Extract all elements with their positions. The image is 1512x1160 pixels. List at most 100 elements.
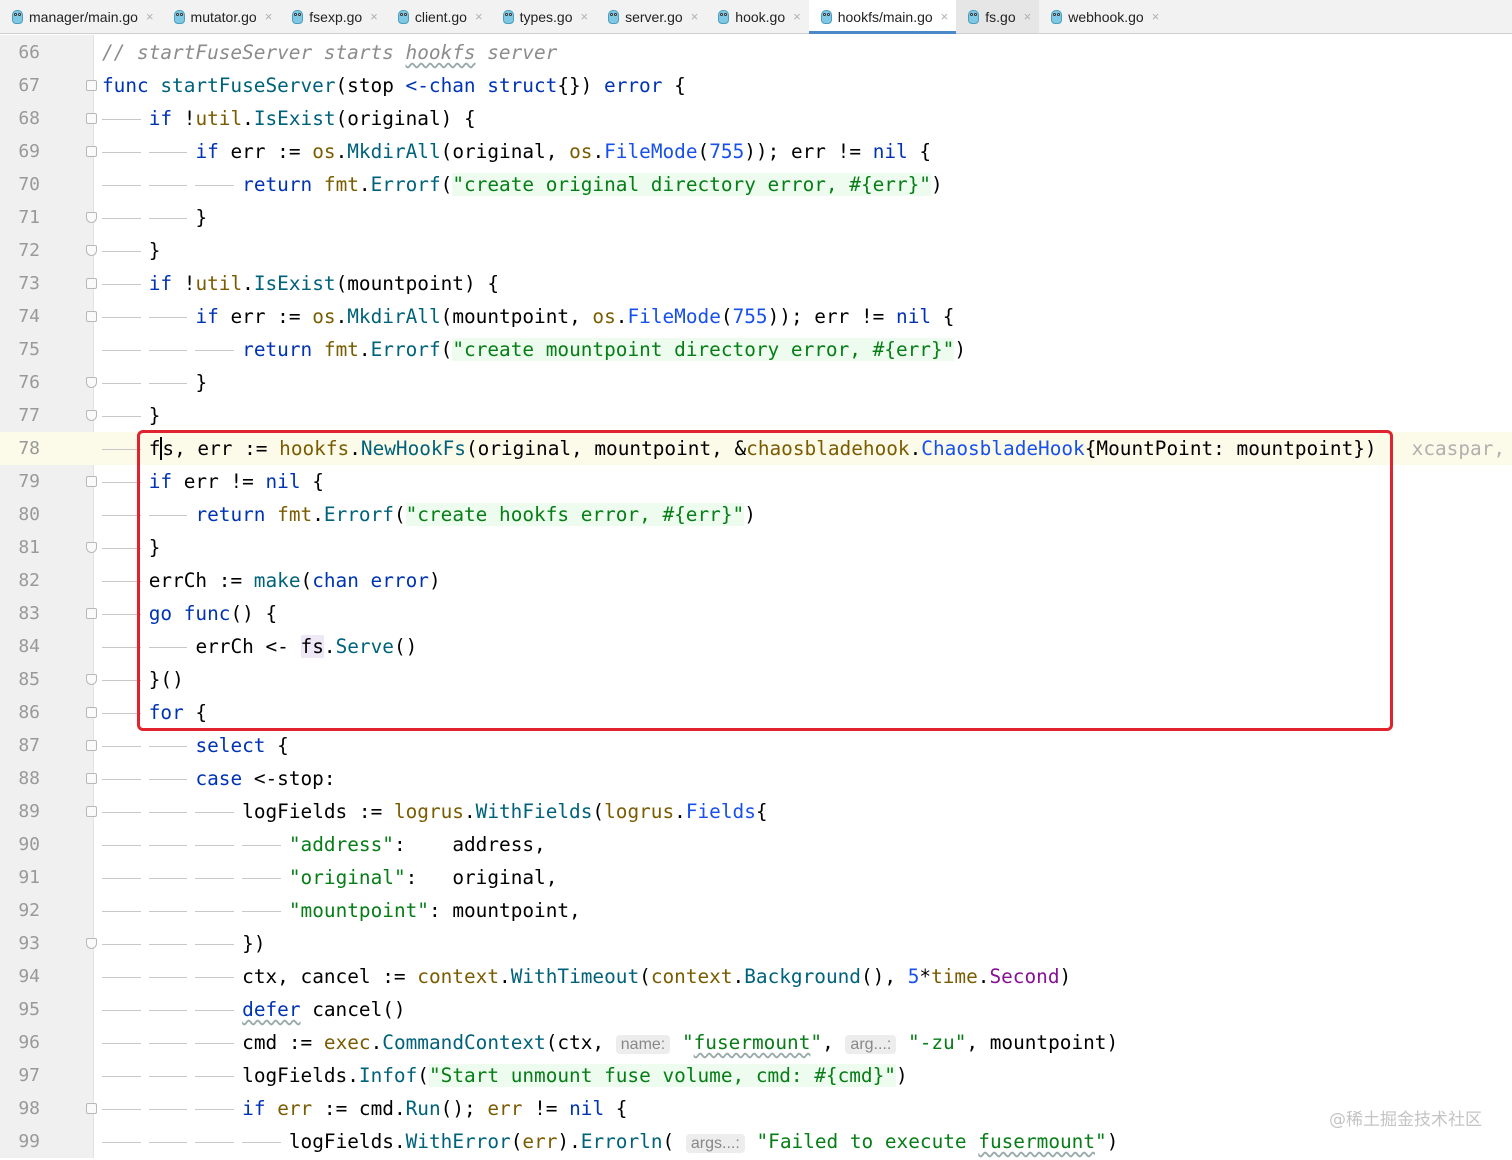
- go-file-icon: [1051, 9, 1063, 24]
- close-icon[interactable]: ×: [1152, 9, 1160, 24]
- fold-toggle-icon[interactable]: [86, 773, 97, 784]
- code-token: "create original directory error, #{err}…: [452, 173, 931, 196]
- code-line[interactable]: 79 if err != nil {: [0, 465, 1512, 498]
- code-line[interactable]: 75 return fmt.Errorf("create mountpoint d…: [0, 333, 1512, 366]
- code-line[interactable]: 66 // startFuseServer starts hookfs serve…: [0, 36, 1512, 69]
- code-line[interactable]: 98 if err := cmd.Run(); err != nil {: [0, 1092, 1512, 1125]
- code-line[interactable]: 69 if err := os.MkdirAll(original, os.Fil…: [0, 135, 1512, 168]
- tab-webhook-go[interactable]: webhook.go ×: [1039, 0, 1167, 33]
- code-token: .: [592, 140, 605, 163]
- code-line[interactable]: 67 func startFuseServer(stop <-chan struc…: [0, 69, 1512, 102]
- fold-toggle-icon[interactable]: [86, 740, 97, 751]
- indent-guide: [102, 845, 141, 846]
- fold-toggle-icon[interactable]: [86, 212, 97, 223]
- tab-mutator-go[interactable]: mutator.go ×: [162, 0, 281, 33]
- close-icon[interactable]: ×: [793, 9, 801, 24]
- code-line[interactable]: 71}: [0, 201, 1512, 234]
- code-line[interactable]: 85}(): [0, 663, 1512, 696]
- code-token: {: [300, 470, 324, 493]
- code-token: WithError: [405, 1130, 511, 1153]
- indent-guide: [102, 251, 141, 252]
- code-text: "mountpoint": mountpoint,: [289, 894, 581, 927]
- fold-toggle-icon[interactable]: [86, 707, 97, 718]
- close-icon[interactable]: ×: [370, 9, 378, 24]
- fold-toggle-icon[interactable]: [86, 278, 97, 289]
- tab-hook-go[interactable]: hook.go ×: [706, 0, 808, 33]
- tab-client-go[interactable]: client.go ×: [386, 0, 491, 33]
- code-line[interactable]: 94 ctx, cancel := context.WithTimeout(con…: [0, 960, 1512, 993]
- code-line[interactable]: 84 errCh <- fs.Serve(): [0, 630, 1512, 663]
- code-line[interactable]: 89 logFields := logrus.WithFields(logrus.…: [0, 795, 1512, 828]
- close-icon[interactable]: ×: [941, 9, 949, 24]
- code-token: err :=: [230, 140, 313, 163]
- code-line[interactable]: 99 logFields.WithError(err).Errorln( args…: [0, 1125, 1512, 1158]
- code-line[interactable]: 83 go func() {: [0, 597, 1512, 630]
- code-line[interactable]: 77}: [0, 399, 1512, 432]
- fold-toggle-icon[interactable]: [86, 113, 97, 124]
- tab-fs-go[interactable]: fs.go ×: [956, 0, 1040, 33]
- code-line[interactable]: 78 f s, err := hookfs.NewHookFs(original, …: [0, 432, 1512, 465]
- code-line[interactable]: 87 select {: [0, 729, 1512, 762]
- code-line[interactable]: 97 logFields.Infof("Start unmount fuse vo…: [0, 1059, 1512, 1092]
- code-text: }): [242, 927, 265, 960]
- code-line[interactable]: 88 case <-stop:: [0, 762, 1512, 795]
- fold-toggle-icon[interactable]: [86, 311, 97, 322]
- close-icon[interactable]: ×: [581, 9, 589, 24]
- indent-guide: [195, 977, 235, 978]
- code-line[interactable]: 93}): [0, 927, 1512, 960]
- code-line[interactable]: 80 return fmt.Errorf("create hookfs error…: [0, 498, 1512, 531]
- line-number: 74: [18, 306, 40, 327]
- code-line[interactable]: 86 for {: [0, 696, 1512, 729]
- indent-guide: [195, 350, 235, 351]
- code-line[interactable]: 95 defer cancel(): [0, 993, 1512, 1026]
- fold-toggle-icon[interactable]: [86, 674, 97, 685]
- code-line[interactable]: 91 "original": original,: [0, 861, 1512, 894]
- fold-toggle-icon[interactable]: [86, 608, 97, 619]
- code-editor[interactable]: 66 // startFuseServer starts hookfs serve…: [0, 35, 1512, 1158]
- code-line[interactable]: 76}: [0, 366, 1512, 399]
- fold-toggle-icon[interactable]: [86, 146, 97, 157]
- close-icon[interactable]: ×: [146, 9, 154, 24]
- fold-toggle-icon[interactable]: [86, 245, 97, 256]
- code-line[interactable]: 74 if err := os.MkdirAll(mountpoint, os.F…: [0, 300, 1512, 333]
- fold-toggle-icon[interactable]: [86, 377, 97, 388]
- code-line[interactable]: 90 "address": address,: [0, 828, 1512, 861]
- close-icon[interactable]: ×: [475, 9, 483, 24]
- tab-manager-main-go[interactable]: manager/main.go ×: [0, 0, 162, 33]
- indent-guide: [102, 746, 141, 747]
- code-line[interactable]: 72}: [0, 234, 1512, 267]
- code-token: : mountpoint,: [428, 899, 581, 922]
- tab-hookfs-main-go[interactable]: hookfs/main.go ×: [808, 0, 957, 34]
- code-line[interactable]: 81}: [0, 531, 1512, 564]
- code-token: ): [1059, 965, 1072, 988]
- fold-toggle-icon[interactable]: [86, 80, 97, 91]
- close-icon[interactable]: ×: [691, 9, 699, 24]
- tab-label: manager/main.go: [29, 8, 138, 25]
- fold-toggle-icon[interactable]: [86, 1103, 97, 1114]
- code-token: chaosbladehook: [746, 437, 910, 460]
- indent-guide: [102, 944, 141, 945]
- code-token: time: [931, 965, 978, 988]
- code-token: IsExist: [253, 107, 336, 130]
- close-icon[interactable]: ×: [1024, 9, 1032, 24]
- code-text: return fmt.Errorf("create hookfs error, …: [195, 498, 756, 531]
- close-icon[interactable]: ×: [265, 9, 273, 24]
- code-line[interactable]: 82 errCh := make(chan error): [0, 564, 1512, 597]
- fold-toggle-icon[interactable]: [86, 476, 97, 487]
- tab-types-go[interactable]: types.go ×: [491, 0, 597, 33]
- indent-guide: [102, 350, 141, 351]
- code-token: .: [358, 173, 371, 196]
- fold-toggle-icon[interactable]: [86, 410, 97, 421]
- code-line[interactable]: 68 if !util.IsExist(original) {: [0, 102, 1512, 135]
- code-line[interactable]: 73 if !util.IsExist(mountpoint) {: [0, 267, 1512, 300]
- fold-toggle-icon[interactable]: [86, 938, 97, 949]
- code-line[interactable]: 70 return fmt.Errorf("create original dir…: [0, 168, 1512, 201]
- fold-toggle-icon[interactable]: [86, 806, 97, 817]
- fold-toggle-icon[interactable]: [86, 542, 97, 553]
- line-number: 77: [18, 405, 40, 426]
- tab-fsexp-go[interactable]: fsexp.go ×: [280, 0, 386, 33]
- code-line[interactable]: 92 "mountpoint": mountpoint,: [0, 894, 1512, 927]
- code-line[interactable]: 96 cmd := exec.CommandContext(ctx, name: …: [0, 1026, 1512, 1059]
- tab-server-go[interactable]: server.go ×: [596, 0, 706, 33]
- go-file-icon: [12, 9, 23, 24]
